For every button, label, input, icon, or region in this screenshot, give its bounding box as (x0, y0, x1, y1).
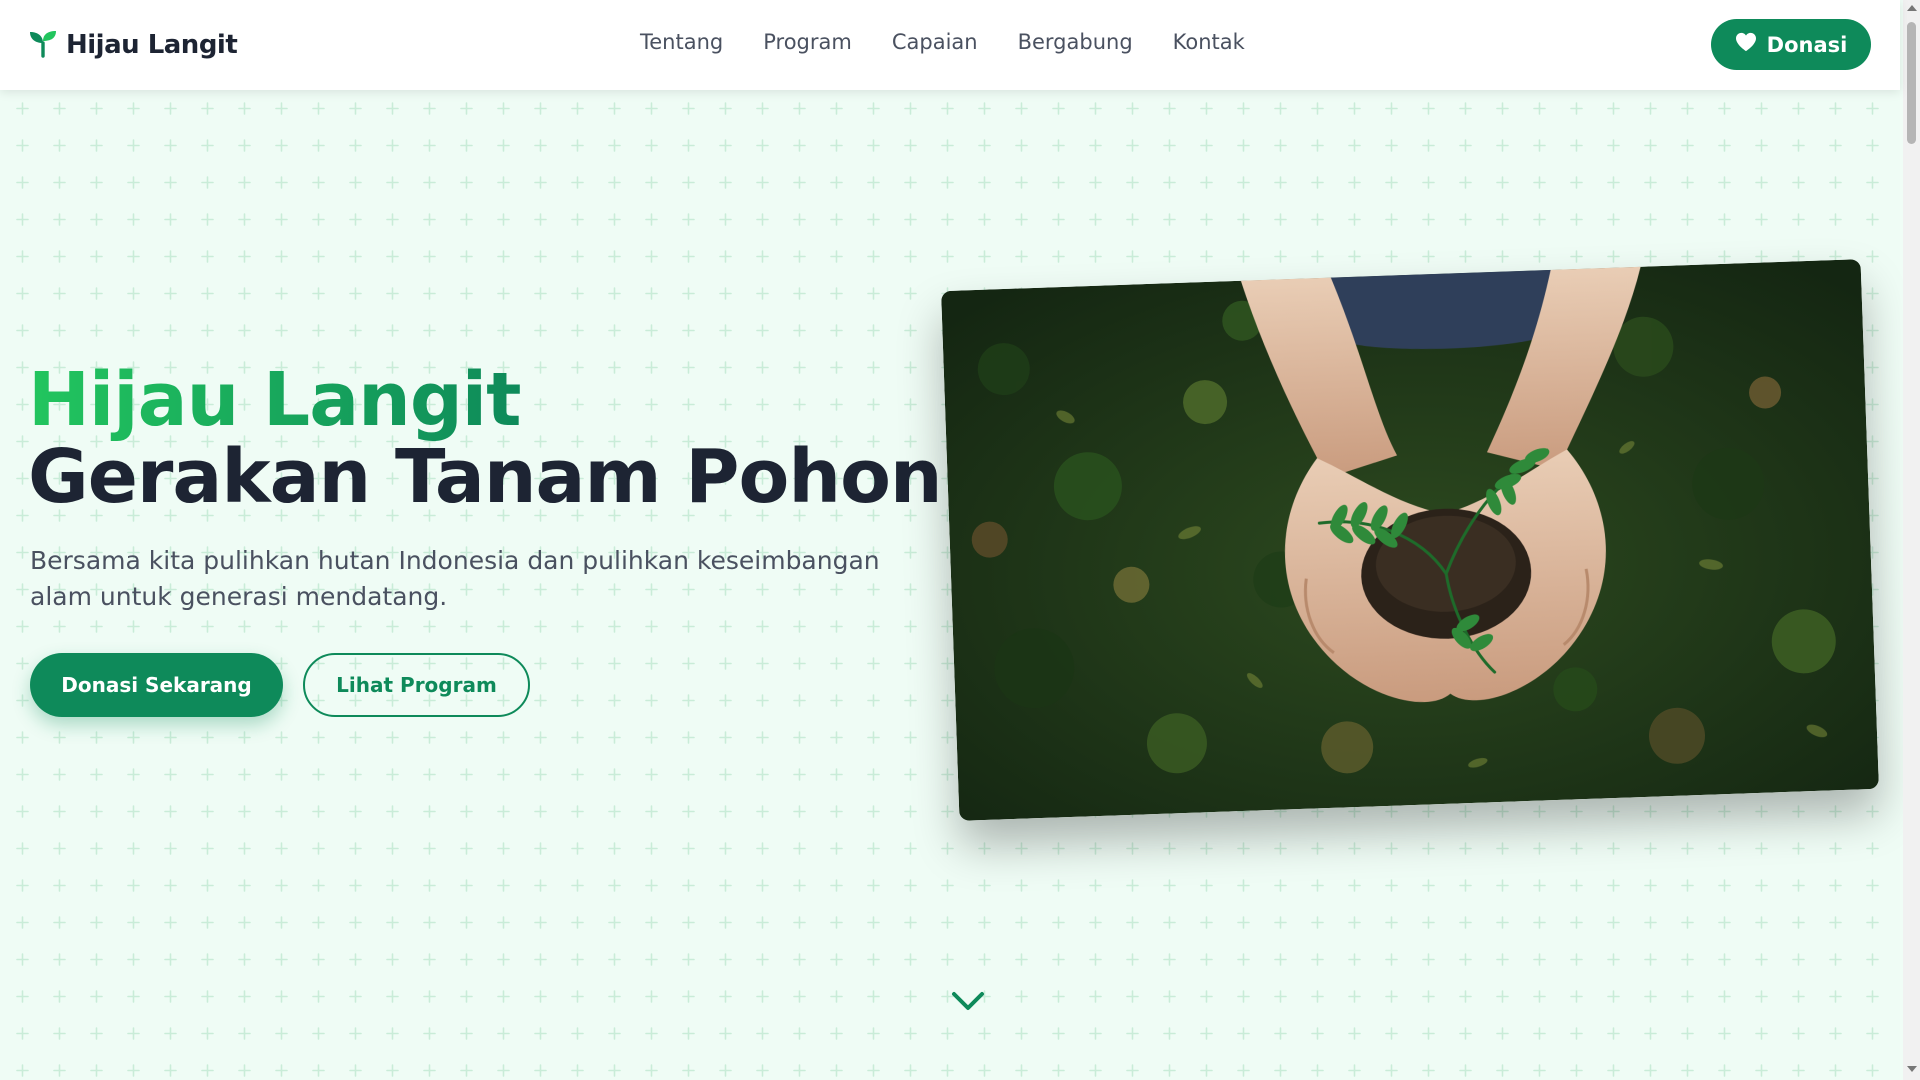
nav-link-capaian[interactable]: Capaian (892, 30, 978, 54)
donate-button[interactable]: Donasi (1711, 19, 1871, 70)
donate-button-label: Donasi (1766, 32, 1848, 57)
hero-subtitle: Bersama kita pulihkan hutan Indonesia da… (30, 546, 880, 611)
hero-title-tagline: Gerakan Tanam Pohon (28, 434, 943, 520)
seedling-icon (28, 28, 58, 62)
nav-link-kontak[interactable]: Kontak (1173, 30, 1245, 54)
nav-link-bergabung[interactable]: Bergabung (1018, 30, 1133, 54)
donate-now-button[interactable]: Donasi Sekarang (30, 653, 283, 717)
main-nav: Tentang Program Capaian Bergabung Kontak (640, 30, 1245, 54)
page-scrollbar[interactable] (1903, 0, 1920, 1080)
scroll-down-arrow[interactable] (1907, 1066, 1917, 1072)
brand-name: Hijau Langit (66, 30, 238, 60)
scroll-up-arrow[interactable] (1907, 5, 1917, 11)
heart-icon (1735, 32, 1757, 57)
nav-link-tentang[interactable]: Tentang (640, 30, 723, 54)
navbar: Hijau Langit Tentang Program Capaian Ber… (0, 0, 1900, 90)
view-program-button[interactable]: Lihat Program (303, 653, 530, 717)
hero-image (941, 259, 1879, 821)
brand-logo[interactable]: Hijau Langit (28, 27, 238, 63)
scrollbar-thumb[interactable] (1907, 22, 1916, 144)
nav-link-program[interactable]: Program (763, 30, 852, 54)
chevron-down-icon[interactable] (948, 988, 988, 1014)
